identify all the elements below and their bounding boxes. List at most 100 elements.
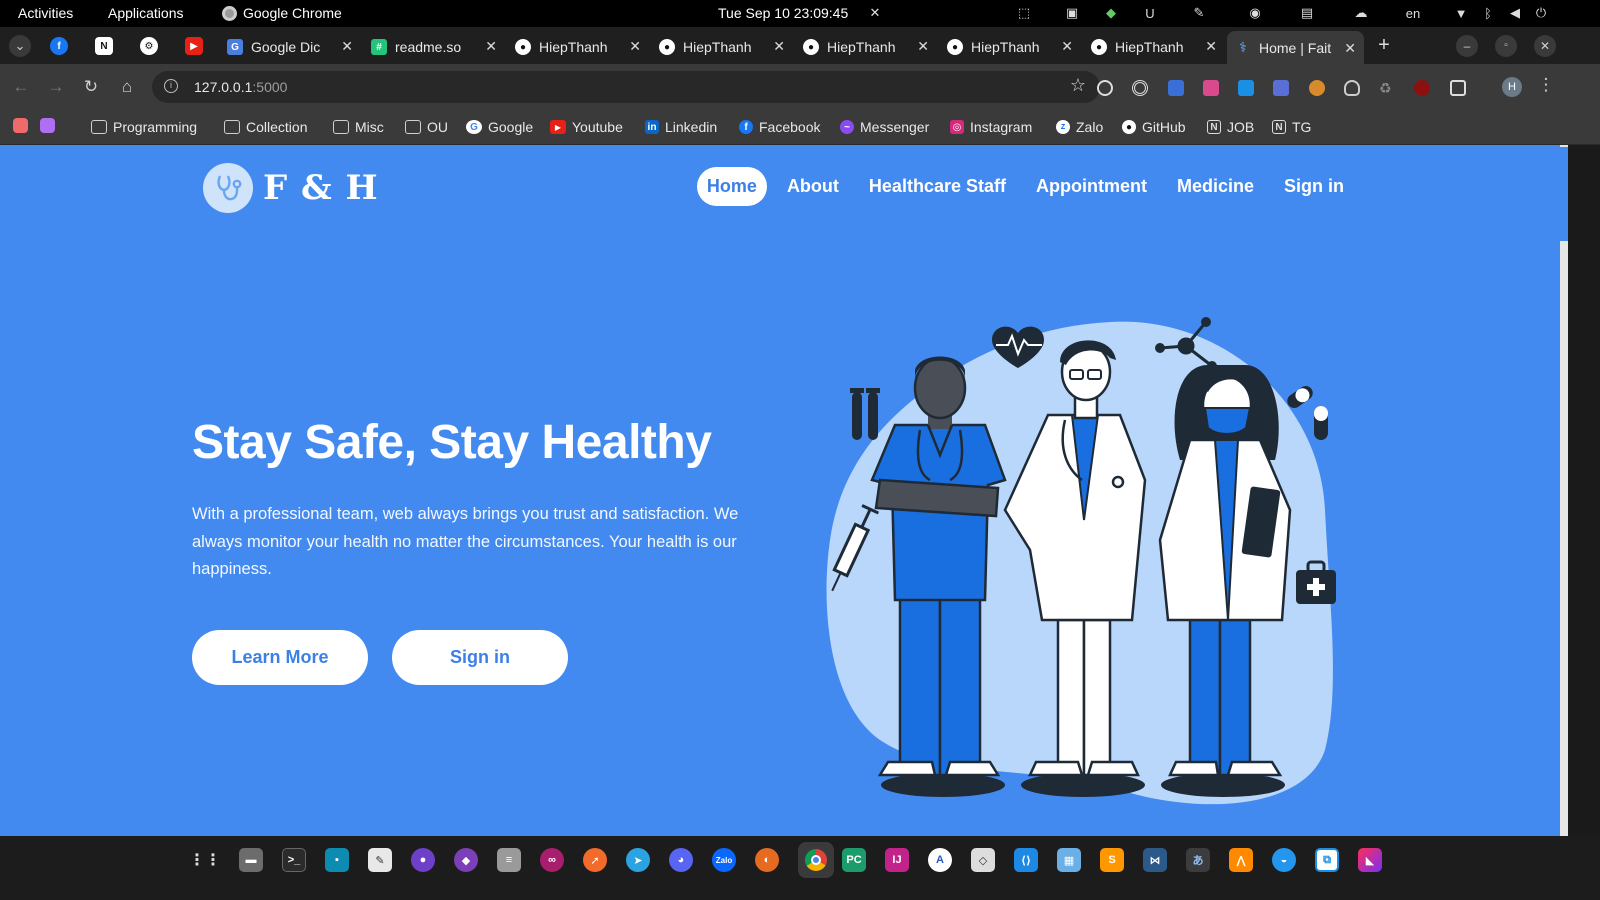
bookmark-collection[interactable]: Collection bbox=[224, 117, 307, 137]
nav-home[interactable]: Home bbox=[696, 167, 767, 206]
language-indicator[interactable]: en bbox=[1400, 4, 1426, 22]
tab-github-5[interactable]: ● HiepThanh ✕ bbox=[1091, 34, 1221, 60]
bookmark-tg[interactable]: N TG bbox=[1272, 117, 1311, 137]
bookmark-star-icon[interactable]: ☆ bbox=[1070, 75, 1086, 96]
window-restore-icon[interactable]: ▫ bbox=[1495, 35, 1517, 57]
extensions-puzzle-icon[interactable] bbox=[1450, 80, 1466, 96]
bookmark-app-red-icon[interactable] bbox=[13, 118, 28, 133]
tab-close-icon[interactable]: ✕ bbox=[1205, 38, 1217, 55]
bookmark-job[interactable]: N JOB bbox=[1207, 117, 1254, 137]
tab-close-icon[interactable]: ✕ bbox=[485, 38, 497, 55]
tab-close-icon[interactable]: ✕ bbox=[341, 38, 353, 55]
scrollbar-thumb[interactable] bbox=[1560, 147, 1568, 241]
reload-icon[interactable]: ↻ bbox=[80, 77, 102, 97]
app-network-icon[interactable]: ⋀ bbox=[1229, 848, 1253, 872]
nav-sign-in[interactable]: Sign in bbox=[1274, 167, 1354, 206]
bookmark-github[interactable]: ● GitHub bbox=[1122, 117, 1186, 137]
pinned-tab-chatgpt[interactable]: ⚙ bbox=[140, 37, 158, 55]
pinned-tab-notion[interactable]: N bbox=[95, 37, 113, 55]
extension-puzzle-icon[interactable]: ⬚ bbox=[1015, 4, 1033, 22]
tab-github-1[interactable]: ● HiepThanh ✕ bbox=[515, 34, 645, 60]
tab-close-icon[interactable]: ✕ bbox=[773, 38, 785, 55]
tab-google-dictionary[interactable]: G Google Dic ✕ bbox=[227, 34, 357, 60]
mysql-workbench-icon[interactable]: ⋈ bbox=[1143, 848, 1167, 872]
tab-readme[interactable]: # readme.so ✕ bbox=[371, 34, 501, 60]
wifi-icon[interactable]: ▼ bbox=[1452, 4, 1470, 22]
bookmark-instagram[interactable]: ◎ Instagram bbox=[950, 117, 1032, 137]
discord-app-icon[interactable]: ◕ bbox=[669, 848, 693, 872]
brain-icon[interactable]: ◉ bbox=[1246, 4, 1264, 22]
applications-menu[interactable]: Applications bbox=[108, 5, 184, 21]
extension-ublock-icon[interactable] bbox=[1414, 80, 1430, 96]
site-logo[interactable]: F & H bbox=[203, 163, 379, 213]
bookmark-google[interactable]: G Google bbox=[466, 117, 533, 137]
telegram-app-icon[interactable]: ➤ bbox=[626, 848, 650, 872]
extension-cookie-icon[interactable] bbox=[1309, 80, 1325, 96]
extension-dictionary-icon[interactable] bbox=[1273, 80, 1289, 96]
pycharm-app-icon[interactable]: PC bbox=[842, 848, 866, 872]
home-icon[interactable]: ⌂ bbox=[116, 77, 138, 97]
pinned-tab-youtube[interactable]: ▶ bbox=[185, 37, 203, 55]
learn-more-button[interactable]: Learn More bbox=[192, 630, 368, 685]
extension-target-icon[interactable] bbox=[1132, 80, 1148, 96]
bookmark-programming[interactable]: Programming bbox=[91, 117, 197, 137]
extension-react-icon[interactable] bbox=[1097, 80, 1113, 96]
github-desktop-icon[interactable]: ● bbox=[411, 848, 435, 872]
firefox-app-icon[interactable]: ◐ bbox=[755, 848, 779, 872]
nav-about[interactable]: About bbox=[777, 167, 849, 206]
bookmark-app-purple-icon[interactable] bbox=[40, 118, 55, 133]
unity-app-icon[interactable]: ◇ bbox=[971, 848, 995, 872]
forward-arrow-icon[interactable]: → bbox=[45, 77, 67, 97]
tab-github-4[interactable]: ● HiepThanh ✕ bbox=[947, 34, 1077, 60]
tab-close-icon[interactable]: ✕ bbox=[1061, 38, 1073, 55]
shield-icon[interactable]: ◆ bbox=[1102, 4, 1120, 22]
app-store-icon[interactable]: A bbox=[928, 848, 952, 872]
bookmark-youtube[interactable]: ▶ Youtube bbox=[550, 117, 623, 137]
docker-app-icon[interactable]: ◒ bbox=[1272, 848, 1296, 872]
tab-close-icon[interactable]: ✕ bbox=[917, 38, 929, 55]
nav-appointment[interactable]: Appointment bbox=[1026, 167, 1157, 206]
app-gradient-icon[interactable]: ◣ bbox=[1358, 848, 1382, 872]
bookmark-misc[interactable]: Misc bbox=[333, 117, 384, 137]
app-cube-icon[interactable]: ▦ bbox=[1057, 848, 1081, 872]
page-scrollbar[interactable] bbox=[1560, 145, 1568, 836]
terminal-app-icon[interactable]: >_ bbox=[282, 848, 306, 872]
app-grid-icon[interactable]: ⋮⋮ bbox=[189, 848, 221, 872]
address-url[interactable]: 127.0.0.1:5000 bbox=[194, 79, 287, 95]
app-squares-icon[interactable]: ⧉ bbox=[1315, 848, 1339, 872]
database-app-icon[interactable]: ≡ bbox=[497, 848, 521, 872]
tray-u-icon[interactable]: U bbox=[1141, 4, 1159, 22]
bookmark-messenger[interactable]: ~ Messenger bbox=[840, 117, 929, 137]
site-info-icon[interactable]: i bbox=[164, 79, 178, 93]
clipboard-app-icon[interactable]: ▣ bbox=[1063, 4, 1081, 22]
translator-app-icon[interactable]: あ bbox=[1186, 848, 1210, 872]
back-arrow-icon[interactable]: ← bbox=[10, 77, 32, 97]
sublime-app-icon[interactable]: S bbox=[1100, 848, 1124, 872]
tab-home-active[interactable]: ⚕ Home | Fait ✕ bbox=[1227, 31, 1364, 64]
nav-healthcare-staff[interactable]: Healthcare Staff bbox=[859, 167, 1016, 206]
tab-github-2[interactable]: ● HiepThanh ✕ bbox=[659, 34, 789, 60]
extension-shield-icon[interactable] bbox=[1168, 80, 1184, 96]
color-picker-icon[interactable]: ✎ bbox=[1190, 4, 1208, 22]
vscode-app-icon[interactable]: ⟨⟩ bbox=[1014, 848, 1038, 872]
pinned-tab-facebook[interactable]: f bbox=[50, 37, 68, 55]
clipboard-icon[interactable]: ▤ bbox=[1298, 4, 1316, 22]
cloud-icon[interactable]: ☁ bbox=[1352, 4, 1370, 22]
address-bar[interactable]: i 127.0.0.1:5000 ☆ bbox=[152, 71, 1100, 103]
intellij-app-icon[interactable]: IJ bbox=[885, 848, 909, 872]
bluetooth-icon[interactable]: ᛒ bbox=[1479, 4, 1497, 22]
extension-translate-icon[interactable] bbox=[1203, 80, 1219, 96]
clock[interactable]: Tue Sep 10 23:09:45 bbox=[718, 5, 848, 21]
app-notes-icon[interactable]: ✎ bbox=[368, 848, 392, 872]
chrome-menu-kebab-icon[interactable]: ⋮ bbox=[1535, 75, 1557, 95]
bookmark-facebook[interactable]: f Facebook bbox=[739, 117, 820, 137]
bookmark-linkedin[interactable]: in Linkedin bbox=[645, 117, 717, 137]
extension-bulb-icon[interactable] bbox=[1344, 80, 1360, 96]
hero-sign-in-button[interactable]: Sign in bbox=[392, 630, 568, 685]
chrome-app-icon[interactable] bbox=[798, 842, 834, 878]
volume-icon[interactable]: ◀ bbox=[1506, 4, 1524, 22]
nav-medicine[interactable]: Medicine bbox=[1167, 167, 1264, 206]
app-infinity-icon[interactable]: ∞ bbox=[540, 848, 564, 872]
zalo-app-icon[interactable]: Zalo bbox=[712, 848, 736, 872]
tab-close-icon[interactable]: ✕ bbox=[1344, 40, 1356, 57]
